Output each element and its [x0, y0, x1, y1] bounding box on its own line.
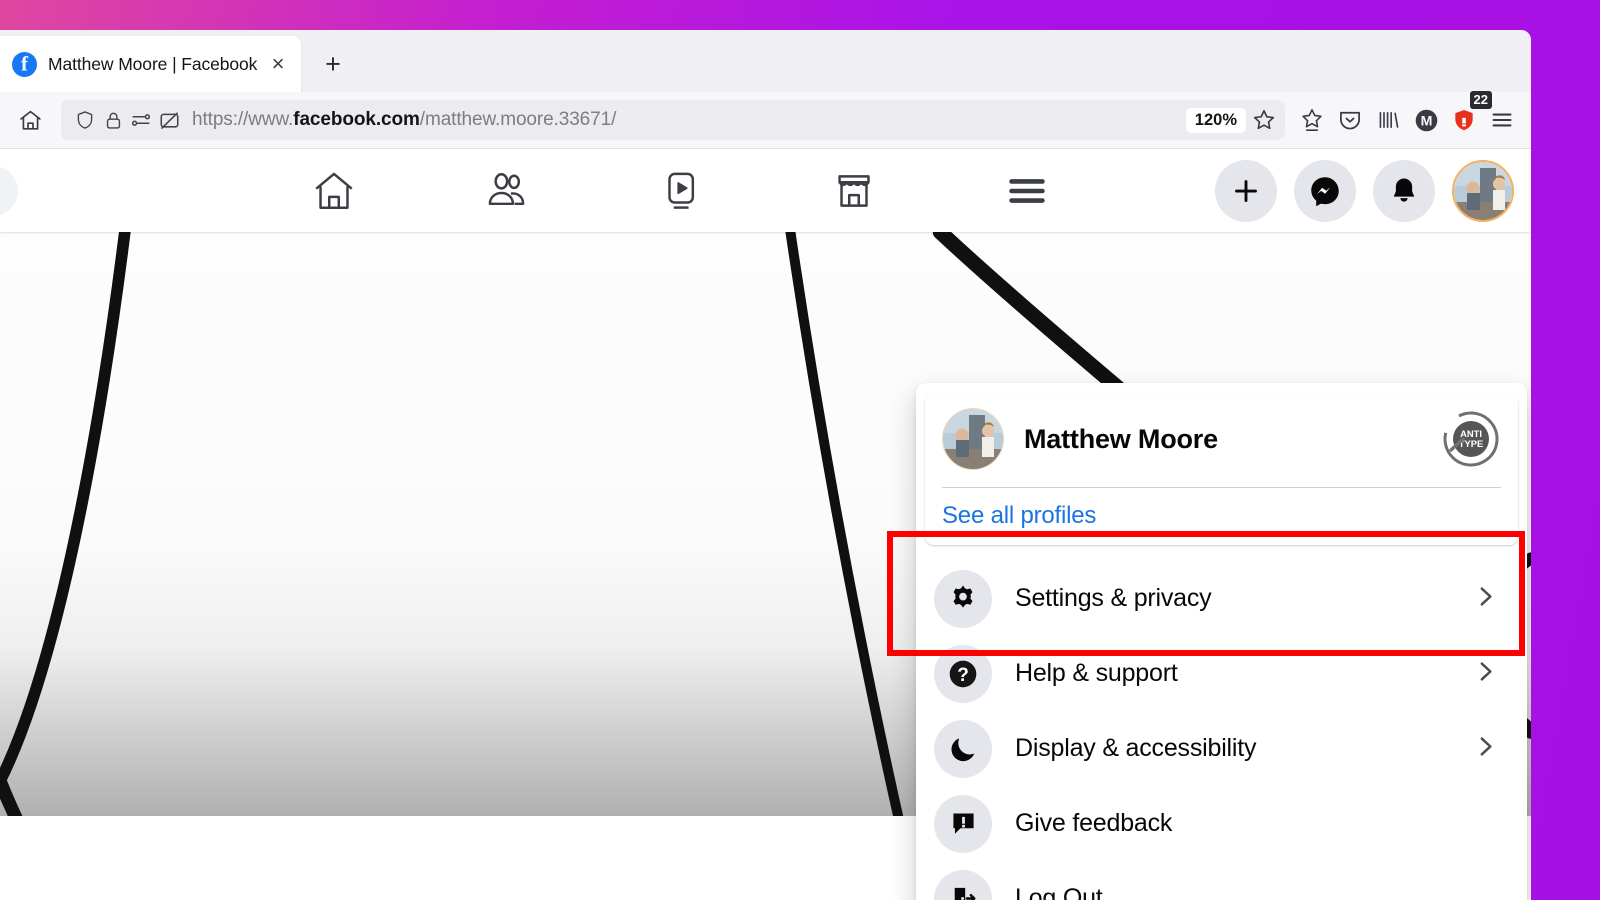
- account-avatar[interactable]: M: [1407, 101, 1445, 139]
- nav-friends-icon[interactable]: [451, 160, 563, 222]
- profile-card[interactable]: Matthew Moore ANTI TYPE See all profiles: [925, 394, 1518, 545]
- nav-video-play-icon[interactable]: [625, 160, 737, 222]
- facebook-favicon: [12, 51, 37, 77]
- menu-item-list: Settings & privacy ? Help & support Disp…: [925, 545, 1518, 900]
- menu-item-label: Give feedback: [1015, 809, 1173, 837]
- moon-icon: [934, 719, 992, 778]
- search-icon[interactable]: [0, 166, 18, 216]
- account-dropdown-menu: Matthew Moore ANTI TYPE See all profiles: [916, 383, 1527, 900]
- url-text: https://www.facebook.com/matthew.moore.3…: [192, 109, 617, 130]
- menu-item-display-accessibility[interactable]: Display & accessibility: [925, 711, 1518, 786]
- chevron-right-icon: [1471, 582, 1506, 616]
- feedback-exclamation-icon: [934, 794, 992, 853]
- gear-icon: [934, 569, 992, 628]
- permissions-icon[interactable]: [127, 106, 155, 134]
- home-icon[interactable]: [11, 101, 49, 139]
- facebook-nav-center: [278, 149, 1083, 232]
- extension-badge-count: 22: [1469, 91, 1492, 110]
- see-all-profiles-link[interactable]: See all profiles: [942, 502, 1501, 530]
- chevron-right-icon: [1471, 657, 1506, 691]
- nav-home-icon[interactable]: [278, 160, 390, 222]
- anti-type-watermark-icon: ANTI TYPE: [1443, 411, 1499, 467]
- menu-item-help-support[interactable]: ? Help & support: [925, 636, 1518, 711]
- ublock-shield-icon[interactable]: 22: [1445, 91, 1492, 139]
- library-icon[interactable]: [1369, 101, 1407, 139]
- menu-item-label: Help & support: [1015, 659, 1178, 687]
- profile-name: Matthew Moore: [1024, 423, 1218, 454]
- menu-item-label: Display & accessibility: [1015, 734, 1257, 762]
- facebook-navbar: [0, 149, 1531, 232]
- messenger-icon[interactable]: [1294, 159, 1356, 222]
- divider: [942, 487, 1501, 488]
- shield-icon[interactable]: [71, 106, 99, 134]
- profile-avatar: [942, 408, 1004, 470]
- tracking-protection-off-icon[interactable]: [155, 106, 183, 134]
- toolbar-right-icons: M 22: [1293, 91, 1531, 139]
- browser-window: Matthew Moore | Facebook × +: [0, 30, 1531, 900]
- notifications-bell-icon[interactable]: [1373, 159, 1435, 222]
- tab-title: Matthew Moore | Facebook: [48, 53, 258, 74]
- chevron-right-icon: [1471, 732, 1506, 766]
- nav-groups-menu-icon[interactable]: [971, 160, 1083, 222]
- save-to-pocket-star-icon[interactable]: [1293, 101, 1331, 139]
- k-watermark-icon: K: [1382, 887, 1497, 900]
- close-icon[interactable]: ×: [263, 49, 293, 79]
- browser-toolbar: https://www.facebook.com/matthew.moore.3…: [0, 91, 1531, 149]
- padlock-icon[interactable]: [99, 106, 127, 134]
- url-bar[interactable]: https://www.facebook.com/matthew.moore.3…: [61, 100, 1285, 140]
- menu-item-settings-privacy[interactable]: Settings & privacy: [925, 561, 1518, 636]
- pocket-icon[interactable]: [1331, 101, 1369, 139]
- zoom-level-indicator[interactable]: 120%: [1185, 107, 1246, 133]
- create-plus-icon[interactable]: [1215, 159, 1277, 222]
- menu-item-label: Settings & privacy: [1015, 584, 1212, 612]
- new-tab-button[interactable]: +: [315, 46, 351, 82]
- tab-strip: Matthew Moore | Facebook × +: [0, 30, 1531, 92]
- star-icon[interactable]: [1250, 106, 1278, 134]
- browser-tab[interactable]: Matthew Moore | Facebook ×: [0, 36, 301, 92]
- profile-card-row: Matthew Moore: [942, 408, 1501, 470]
- facebook-page: Matthew Moore ANTI TYPE See all profiles…: [0, 149, 1531, 900]
- question-mark-icon: ?: [934, 644, 992, 703]
- facebook-nav-right: [1215, 149, 1514, 232]
- svg-text:?: ?: [957, 665, 969, 686]
- menu-item-give-feedback[interactable]: Give feedback: [925, 786, 1518, 861]
- profile-avatar[interactable]: [1452, 159, 1514, 222]
- nav-marketplace-icon[interactable]: [798, 160, 910, 222]
- logout-door-icon: [934, 869, 992, 900]
- svg-text:M: M: [1420, 113, 1432, 129]
